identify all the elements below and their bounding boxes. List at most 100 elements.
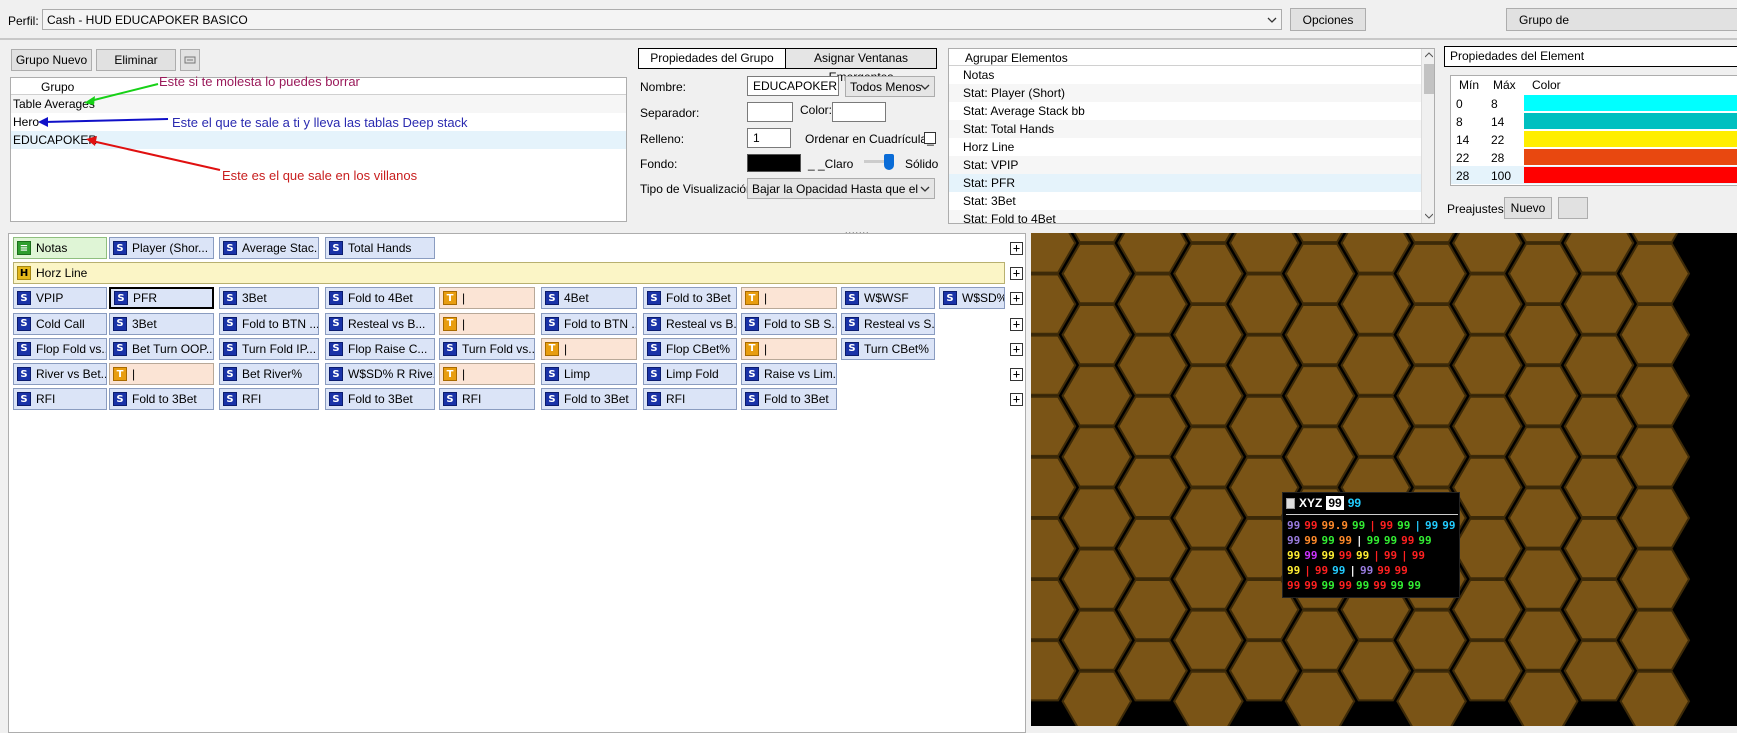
hud-element-stat[interactable]: S Average Stac... [219,237,319,259]
hud-element-stat[interactable]: S Cold Call [13,312,107,335]
hud-element-stat[interactable]: S Bet River% [219,363,319,385]
range-color-swatch[interactable] [1524,113,1737,129]
scroll-thumb[interactable] [1424,64,1434,94]
preajustes-nuevo-button[interactable]: Nuevo [1504,197,1552,219]
add-element-icon[interactable]: + [1010,292,1023,306]
separador-input[interactable] [747,102,793,122]
props-elemento-tab[interactable]: Propiedades del Element [1444,46,1737,67]
hud-element-stat[interactable]: S Flop Raise C... [325,337,435,360]
hud-element-stat[interactable]: S Fold to 3Bet [325,388,435,411]
grupo-de-button[interactable]: Grupo de [1506,8,1737,31]
hud-popup[interactable]: XYZ 99 99 99 99 99.9 99 | 99 99 | 99 99 99 99 99 99 | 9… [1282,492,1460,598]
tab-propiedades-grupo[interactable]: Propiedades del Grupo [639,49,785,68]
nombre-combo[interactable]: Todos Menos H [845,76,935,97]
range-color-swatch[interactable] [1524,167,1737,183]
agrupar-item[interactable]: Stat: Fold to 4Bet [949,210,1421,223]
hud-element-stat[interactable]: S RFI [13,388,107,411]
add-element-icon[interactable]: + [1010,242,1023,255]
hud-element-text[interactable]: T | [439,287,535,310]
hud-element-stat[interactable]: S W$SD% [939,287,1005,310]
hud-element-stat[interactable]: S Turn Fold IP... [219,337,319,360]
scroll-down-icon[interactable] [1425,213,1433,219]
hud-element-stat[interactable]: S Fold to 3Bet [109,388,214,411]
hud-element-stat[interactable]: S Limp Fold [643,363,737,385]
hud-element-text[interactable]: T | [109,363,214,385]
hud-element-stat[interactable]: S W$WSF [841,287,935,310]
hud-element-stat[interactable]: S Turn CBet% [841,337,935,360]
add-element-icon[interactable]: + [1010,368,1023,381]
range-color-swatch[interactable] [1524,131,1737,147]
relleno-input[interactable]: 1 [747,128,791,148]
stat-icon: S [329,241,343,255]
hud-element-stat[interactable]: S River vs Bet... [13,363,107,385]
color-input[interactable] [832,102,886,122]
hud-element-stat[interactable]: S 3Bet [219,287,319,310]
hud-element-stat[interactable]: S Fold to 3Bet [643,287,737,310]
hud-element-stat[interactable]: S 4Bet [541,287,637,310]
hud-element-notes[interactable]: ≡ Notas [13,237,107,259]
hud-element-stat[interactable]: S Raise vs Lim... [741,363,837,385]
range-color-swatch[interactable] [1524,95,1737,111]
add-element-icon[interactable]: + [1010,342,1023,356]
agrupar-item-label: Stat: PFR [963,176,1016,190]
hud-element-stat[interactable]: S Flop CBet% [643,337,737,360]
hud-element-text[interactable]: T | [439,312,535,335]
add-element-icon[interactable]: + [1010,267,1023,281]
hud-element-stat[interactable]: S Fold to 3Bet [541,388,637,411]
tab-asignar-ventanas[interactable]: Asignar Ventanas Emergentes [785,49,936,84]
hud-element-stat[interactable]: S Resteal vs B... [325,312,435,335]
hud-element-text[interactable]: T | [439,363,535,385]
hud-element-text[interactable]: T | [541,337,637,360]
hud-element-text[interactable]: T | [741,337,837,360]
hud-element-stat[interactable]: S RFI [439,388,535,411]
nombre-input[interactable]: EDUCAPOKER [747,76,839,96]
hud-element-stat[interactable]: S Fold to SB S... [741,312,837,335]
color-range-row[interactable]: 8 14 [1451,112,1737,130]
range-color-swatch[interactable] [1524,149,1737,165]
color-range-row[interactable]: 28 100 [1451,166,1737,184]
hud-element-stat[interactable]: S PFR [109,287,214,310]
hud-element-stat[interactable]: S Fold to 3Bet [741,388,837,411]
hud-element-stat[interactable]: S Fold to BTN ... [219,312,319,335]
color-range-row[interactable]: 14 22 [1451,130,1737,148]
hud-element-stat[interactable]: S Total Hands [325,237,435,259]
hud-element-stat[interactable]: S W$SD% R Rive... [325,363,435,385]
add-element-icon[interactable]: + [1010,393,1023,407]
hud-element-stat[interactable]: S Player (Shor... [109,237,214,259]
agrupar-item[interactable]: Stat: Total Hands [949,120,1421,138]
stat-icon: S [223,291,237,306]
hud-element-line[interactable]: H Horz Line [13,262,1005,285]
hud-element-stat[interactable]: S Turn Fold vs... [439,337,535,360]
agrupar-item[interactable]: Stat: Player (Short) [949,84,1421,102]
hud-element-text[interactable]: T | [741,287,837,310]
hud-element-stat[interactable]: S RFI [643,388,737,411]
preajustes-extra-button[interactable] [1558,197,1588,219]
hud-element-stat[interactable]: S Resteal vs S... [841,312,935,335]
fondo-color-swatch[interactable] [747,154,801,172]
color-range-row[interactable]: 08 [1451,94,1737,112]
agrupar-item[interactable]: Stat: VPIP [949,156,1421,174]
opacity-slider-thumb[interactable] [884,154,894,170]
hud-element-stat[interactable]: S Flop Fold vs... [13,337,107,360]
ordenar-checkbox[interactable] [924,132,936,144]
add-element-icon[interactable]: + [1010,317,1023,331]
agrupar-item[interactable]: Horz Line [949,138,1421,156]
scroll-up-icon[interactable] [1425,52,1433,58]
agrupar-scrollbar[interactable] [1421,49,1434,223]
tipo-combo-value: Bajar la Opacidad Hasta que el Mou [752,181,922,196]
hud-element-stat[interactable]: S VPIP [13,287,107,310]
opciones-button[interactable]: Opciones [1290,8,1366,31]
hud-element-stat[interactable]: S Fold to 4Bet [325,287,435,310]
agrupar-item[interactable]: Stat: 3Bet [949,192,1421,210]
hud-element-stat[interactable]: S 3Bet [109,312,214,335]
hud-element-stat[interactable]: S Bet Turn OOP... [109,337,214,360]
color-range-row[interactable]: 22 28 [1451,148,1737,166]
hud-element-stat[interactable]: S Fold to BTN ... [541,312,637,335]
agrupar-item-selected[interactable]: Stat: PFR [949,174,1421,192]
hud-element-stat[interactable]: S Resteal vs B... [643,312,737,335]
tipo-combo[interactable]: Bajar la Opacidad Hasta que el Mou [747,178,935,199]
agrupar-item[interactable]: Stat: Average Stack bb [949,102,1421,120]
agrupar-item[interactable]: Notas [949,66,1421,84]
hud-element-stat[interactable]: S Limp [541,363,637,385]
hud-element-stat[interactable]: S RFI [219,388,319,411]
